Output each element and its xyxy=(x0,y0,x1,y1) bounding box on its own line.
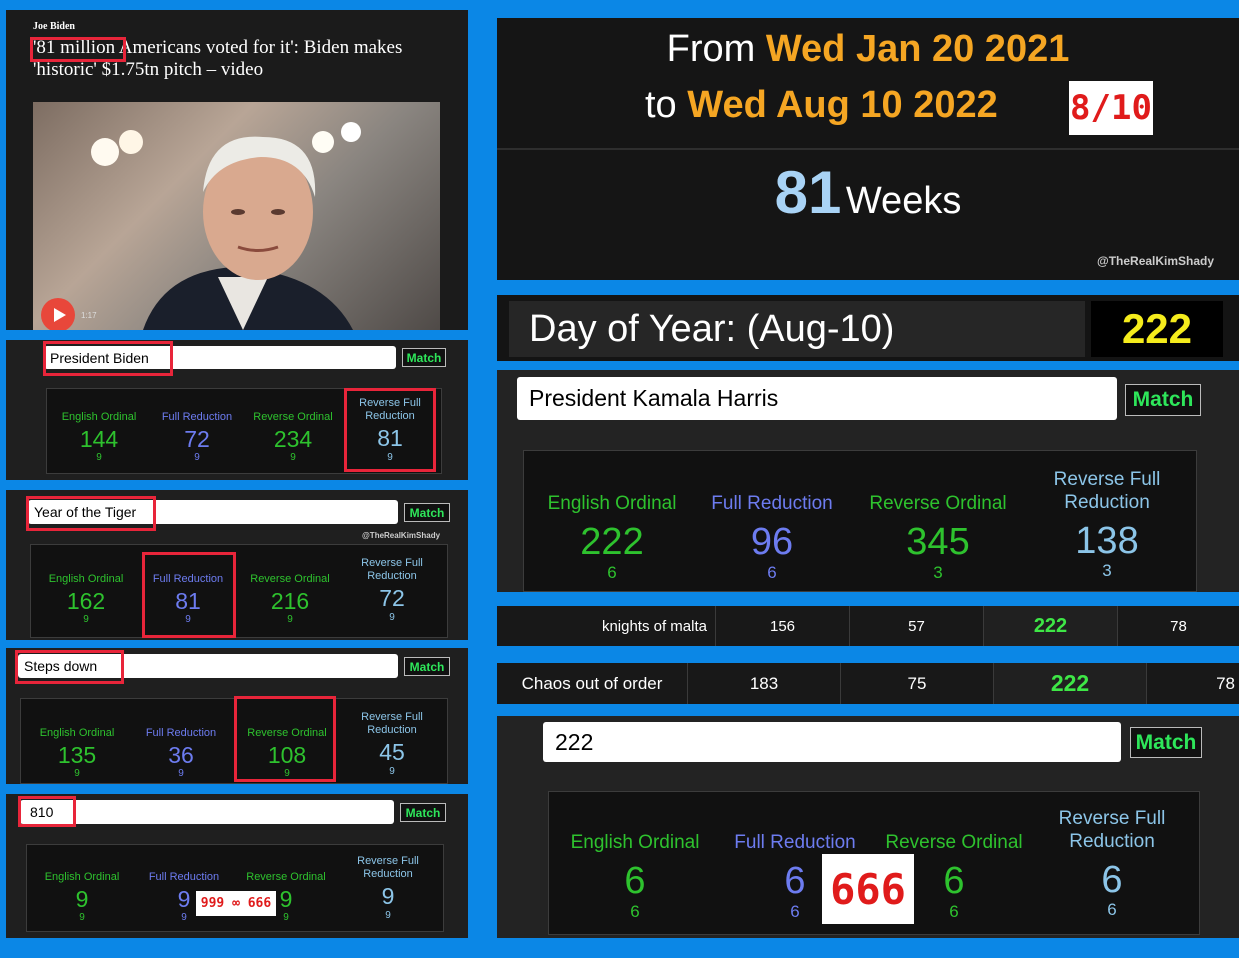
english-ordinal-col: English Ordinal 135 9 xyxy=(39,727,115,780)
note-999-666: 999 ∞ 666 xyxy=(196,891,276,916)
divider xyxy=(497,148,1239,150)
date-calc-panel: From Wed Jan 20 2021 to Wed Aug 10 2022 … xyxy=(497,18,1239,280)
highlight-box xyxy=(43,341,173,376)
from-line: From Wed Jan 20 2021 xyxy=(497,28,1239,71)
calc-222: 222 Match English Ordinal 6 6 Full Reduc… xyxy=(497,716,1239,938)
reverse-full-reduction-col: Reverse Full Reduction 72 9 xyxy=(361,557,423,623)
row-phrase: knights of malta xyxy=(601,617,707,635)
phrase-input[interactable]: 810 xyxy=(20,800,394,824)
play-icon xyxy=(53,308,66,322)
match-button[interactable]: Match xyxy=(1130,727,1202,758)
from-date: Wed Jan 20 2021 xyxy=(765,28,1070,70)
row-phrase: Chaos out of order xyxy=(521,673,663,693)
english-ordinal-col: English Ordinal 6 6 xyxy=(570,832,700,921)
day-of-year-value: 222 xyxy=(1091,301,1223,357)
reverse-ordinal-col: Reverse Ordinal 345 3 xyxy=(869,493,1007,582)
row-reverse-ordinal: 222 xyxy=(984,606,1117,646)
note-666: 666 xyxy=(822,854,914,924)
highlight-box xyxy=(344,388,436,472)
row-english-ordinal: 183 xyxy=(749,673,779,693)
row-english-ordinal: 156 xyxy=(769,617,796,635)
phrase-text: President Kamala Harris xyxy=(529,385,779,411)
weeks-label: Weeks xyxy=(845,180,962,222)
day-of-year-label: Day of Year: (Aug-10) xyxy=(529,307,895,350)
to-label: to xyxy=(645,84,677,126)
full-reduction-col: Full Reduction 96 6 xyxy=(711,493,833,582)
row-full-reduction: 57 xyxy=(908,617,925,635)
row-reverse-ordinal: 222 xyxy=(994,663,1146,704)
calc-steps-down: Steps down Match English Ordinal 135 9 F… xyxy=(6,648,468,784)
play-button[interactable] xyxy=(41,298,75,330)
english-ordinal-col: English Ordinal 144 9 xyxy=(61,411,137,464)
row-reverse-full-reduction: 78 xyxy=(1216,673,1235,693)
weeks-line: 81 Weeks xyxy=(497,158,1239,227)
to-date: Wed Aug 10 2022 xyxy=(687,84,998,126)
phrase-input[interactable]: 222 xyxy=(543,722,1121,762)
reverse-ordinal-col: Reverse Ordinal 216 9 xyxy=(250,573,330,626)
reverse-full-reduction-col: Reverse Full Reduction 138 3 xyxy=(1053,469,1161,581)
reverse-ordinal-col: Reverse Ordinal 234 9 xyxy=(253,411,333,464)
results-box: English Ordinal 222 6 Full Reduction 96 … xyxy=(523,450,1197,592)
row-full-reduction: 75 xyxy=(907,673,927,693)
match-button[interactable]: Match xyxy=(402,348,446,367)
video-time: 1:17 xyxy=(81,311,97,320)
to-date-badge: 8/10 xyxy=(1069,81,1153,135)
row-reverse-full-reduction: 78 xyxy=(1170,617,1187,635)
full-reduction-col: Full Reduction 36 9 xyxy=(145,727,217,780)
calc-president-biden: President Biden Match English Ordinal 14… xyxy=(6,340,468,480)
english-ordinal-col: English Ordinal 222 6 xyxy=(547,493,677,582)
watermark: @TheRealKimShady xyxy=(1097,254,1215,268)
article-panel: Joe Biden '81 million Americans voted fo… xyxy=(6,10,468,330)
highlight-box xyxy=(142,552,236,638)
day-of-year-label-box: Day of Year: (Aug-10) xyxy=(509,301,1085,357)
match-button[interactable]: Match xyxy=(400,803,446,822)
reverse-full-reduction-col: Reverse Full Reduction 45 9 xyxy=(361,711,423,777)
english-ordinal-col: English Ordinal 9 9 xyxy=(44,871,120,924)
match-button[interactable]: Match xyxy=(404,503,450,522)
highlight-box xyxy=(234,696,336,782)
results-box: English Ordinal 162 9 Full Reduction 81 … xyxy=(30,544,448,638)
weeks-value: 81 xyxy=(774,159,842,226)
calc-810: 810 Match English Ordinal 9 9 Full Reduc… xyxy=(6,794,468,938)
english-ordinal-col: English Ordinal 162 9 xyxy=(48,573,124,626)
highlight-box xyxy=(18,796,76,827)
portrait-illustration xyxy=(91,122,361,330)
results-box: English Ordinal 9 9 Full Reduction 9 9 R… xyxy=(26,844,444,932)
video-thumbnail[interactable]: 1:17 xyxy=(33,102,440,330)
full-reduction-col: Full Reduction 72 9 xyxy=(161,411,233,464)
highlight-box xyxy=(15,650,124,684)
match-button[interactable]: Match xyxy=(1125,384,1201,416)
reverse-full-reduction-col: Reverse Full Reduction 9 9 xyxy=(357,855,419,921)
match-button[interactable]: Match xyxy=(404,657,450,676)
phrase-text: 222 xyxy=(555,728,594,755)
table-row: Chaos out of order 183 75 222 78 xyxy=(497,663,1239,704)
calc-president-kamala-harris: President Kamala Harris Match English Or… xyxy=(497,370,1239,592)
from-label: From xyxy=(666,28,756,70)
article-kicker: Joe Biden xyxy=(33,21,75,32)
table-row: knights of malta 156 57 222 78 xyxy=(497,606,1239,646)
to-line: to Wed Aug 10 2022 xyxy=(645,84,998,127)
highlight-box xyxy=(26,496,156,531)
highlight-box xyxy=(30,37,126,62)
day-of-year-panel: Day of Year: (Aug-10) 222 xyxy=(497,295,1239,361)
reverse-full-reduction-col: Reverse Full Reduction 6 6 xyxy=(1058,808,1166,920)
calc-year-of-the-tiger: Year of the Tiger Match @TheRealKimShady… xyxy=(6,490,468,640)
phrase-input[interactable]: President Kamala Harris xyxy=(517,377,1117,420)
watermark: @TheRealKimShady xyxy=(362,531,441,540)
